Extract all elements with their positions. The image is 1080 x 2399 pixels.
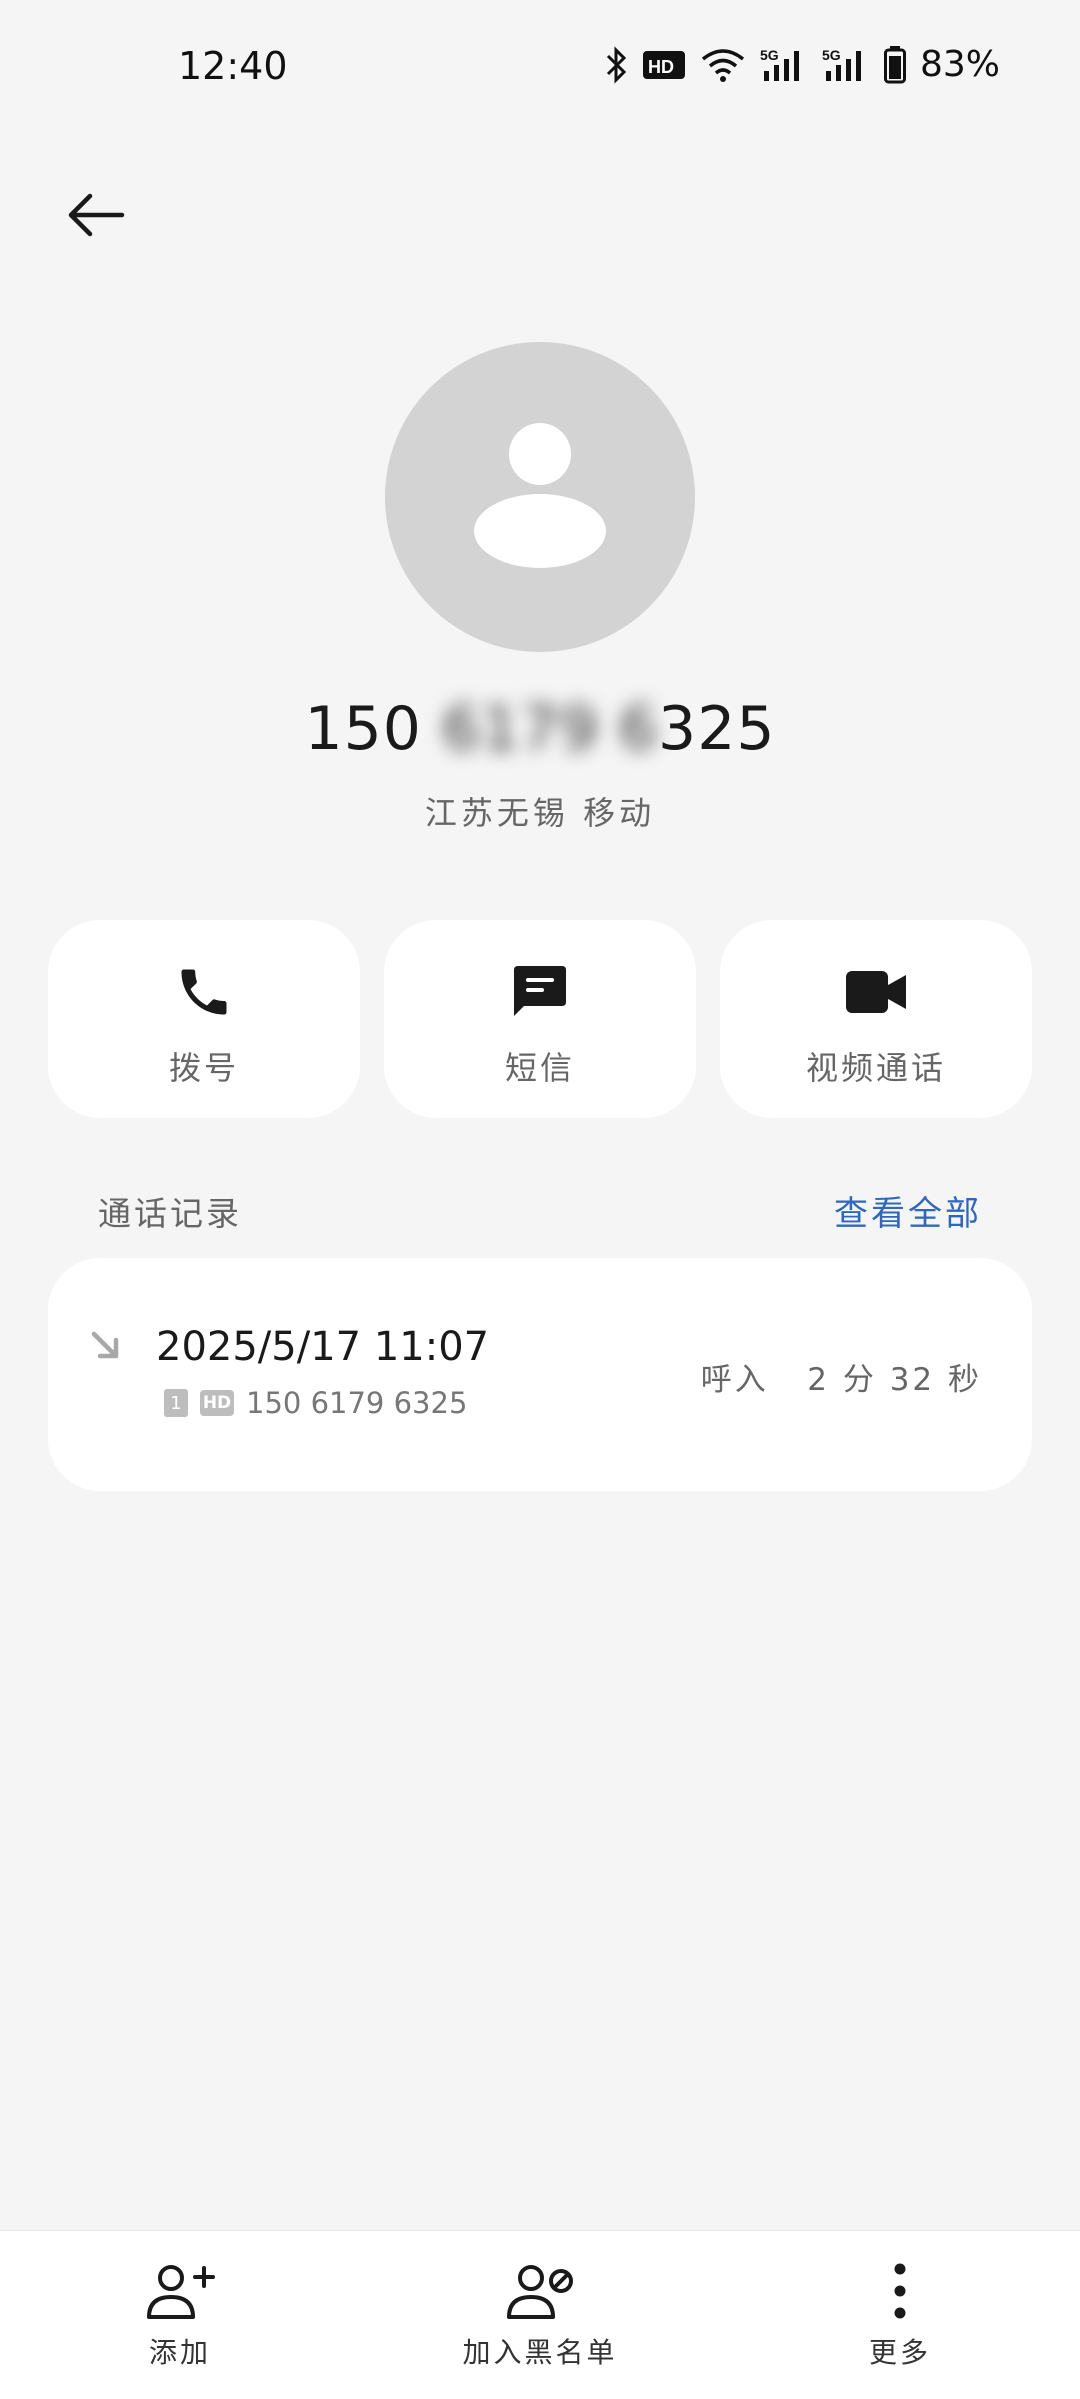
call-duration: 2 分 32 秒	[807, 1362, 982, 1398]
status-bar: 12:40 HD 5G 5G 83%	[0, 0, 1080, 140]
block-contact-button[interactable]: 加入黑名单	[360, 2231, 720, 2399]
block-contact-label: 加入黑名单	[462, 2336, 618, 2369]
add-contact-button[interactable]: 添加	[0, 2231, 360, 2399]
more-button[interactable]: 更多	[720, 2231, 1080, 2399]
signal-5g-icon: 5G	[822, 47, 861, 81]
contact-phone-number: 150 6179 6325	[0, 694, 1080, 764]
message-label: 短信	[504, 1049, 575, 1087]
call-date-time: 2025/5/17 11:07	[156, 1324, 490, 1370]
battery-icon	[883, 45, 906, 83]
bluetooth-icon	[606, 45, 627, 84]
video-call-icon	[846, 971, 906, 1013]
call-type: 呼入	[700, 1362, 769, 1398]
person-silhouette-icon	[474, 423, 606, 568]
more-label: 更多	[868, 2336, 931, 2369]
hd-call-icon: HD	[200, 1390, 234, 1416]
wifi-icon	[701, 48, 745, 82]
block-contact-icon	[507, 2265, 573, 2319]
number-prefix: 150	[304, 694, 422, 764]
action-row: 拨号 短信 视频通话	[48, 920, 1032, 1118]
view-all-link[interactable]: 查看全部	[834, 1186, 982, 1235]
svg-text:5G: 5G	[760, 47, 779, 63]
dial-label: 拨号	[168, 1049, 239, 1087]
call-history-entry[interactable]: 2025/5/17 11:07 1 HD 150 6179 6325 呼入 2 …	[48, 1258, 1032, 1491]
video-call-button[interactable]: 视频通话	[720, 920, 1032, 1118]
call-history-header: 通话记录 查看全部	[98, 1186, 982, 1235]
phone-icon	[181, 969, 227, 1015]
hd-voice-icon: HD	[642, 50, 685, 79]
contact-avatar	[385, 342, 695, 652]
sim-card-icon: 1	[164, 1389, 188, 1417]
add-contact-label: 添加	[148, 2336, 211, 2369]
back-arrow-icon	[68, 193, 125, 237]
dial-button[interactable]: 拨号	[48, 920, 360, 1118]
incoming-call-arrow-icon	[91, 1331, 119, 1359]
number-hidden: 6179 6	[442, 694, 659, 764]
battery-percent: 83%	[919, 44, 1000, 85]
svg-text:5G: 5G	[822, 47, 841, 63]
more-vertical-icon	[894, 2263, 906, 2319]
call-sub-info: 1 HD 150 6179 6325	[164, 1386, 467, 1420]
signal-5g-icon: 5G	[760, 47, 799, 81]
back-button[interactable]	[58, 180, 134, 250]
video-call-label: 视频通话	[805, 1049, 946, 1087]
message-button[interactable]: 短信	[384, 920, 696, 1118]
message-icon	[514, 966, 566, 1016]
number-location: 江苏无锡 移动	[424, 794, 656, 832]
status-time: 12:40	[178, 44, 288, 88]
bottom-action-bar: 添加 加入黑名单 更多	[0, 2230, 1080, 2399]
add-contact-icon	[147, 2265, 215, 2319]
call-history-title: 通话记录	[98, 1193, 242, 1233]
contact-detail-screen: 12:40 HD 5G 5G 83% 150 6179 6325 江苏无锡 移动…	[0, 0, 1080, 2399]
status-icons: HD 5G 5G 83%	[604, 44, 1000, 85]
svg-text:HD: HD	[648, 57, 674, 77]
number-suffix: 325	[658, 694, 776, 764]
call-number: 150 6179 6325	[246, 1386, 468, 1420]
call-type-duration: 呼入 2 分 32 秒	[701, 1354, 982, 1399]
